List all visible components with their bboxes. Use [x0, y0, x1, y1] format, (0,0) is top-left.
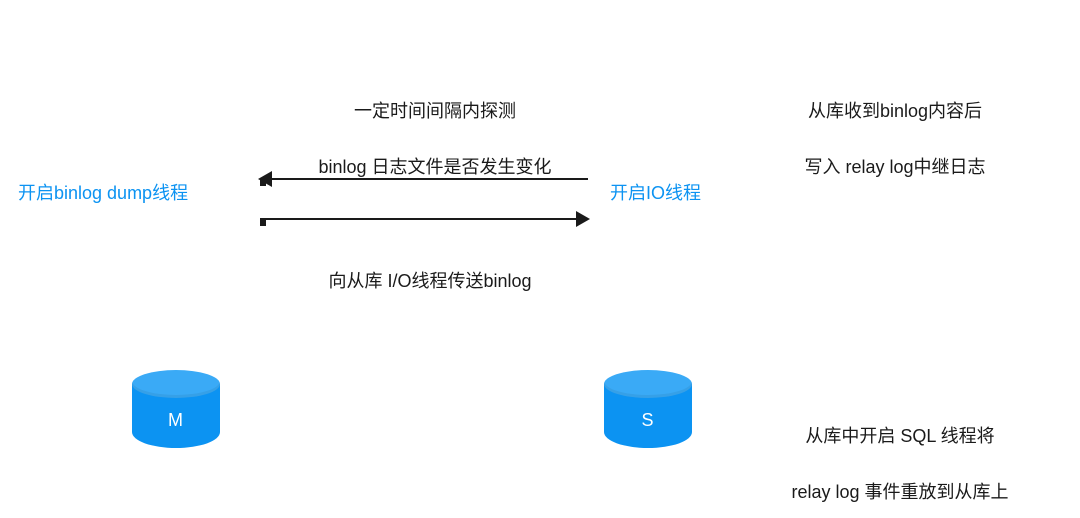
slave-db-letter: S	[604, 410, 692, 431]
send-binlog-caption: 向从库 I/O线程传送binlog	[250, 268, 610, 296]
sql-thread-caption: 从库中开启 SQL 线程将 relay log 事件重放到从库上	[740, 395, 1050, 507]
io-thread-label: 开启IO线程	[610, 180, 770, 208]
probe-binlog-caption-line2: binlog 日志文件是否发生变化	[318, 157, 551, 177]
arrow-master-to-slave	[260, 218, 588, 220]
binlog-dump-thread-label: 开启binlog dump线程	[18, 180, 238, 208]
slave-db-cylinder: S	[604, 370, 692, 448]
relay-log-write-caption-line2: 写入 relay log中继日志	[804, 157, 985, 177]
relay-log-write-caption: 从库收到binlog内容后 写入 relay log中继日志	[740, 70, 1040, 182]
sql-thread-caption-line2: relay log 事件重放到从库上	[791, 482, 1008, 502]
arrow-slave-to-master	[260, 178, 588, 180]
master-db-letter: M	[132, 410, 220, 431]
probe-binlog-caption: 一定时间间隔内探测 binlog 日志文件是否发生变化	[250, 70, 610, 182]
sql-thread-caption-line1: 从库中开启 SQL 线程将	[805, 426, 994, 446]
master-db-cylinder: M	[132, 370, 220, 448]
master-db-cylinder-top	[132, 370, 220, 398]
probe-binlog-caption-line1: 一定时间间隔内探测	[354, 101, 516, 121]
slave-db-cylinder-top	[604, 370, 692, 398]
relay-log-write-caption-line1: 从库收到binlog内容后	[808, 101, 982, 121]
